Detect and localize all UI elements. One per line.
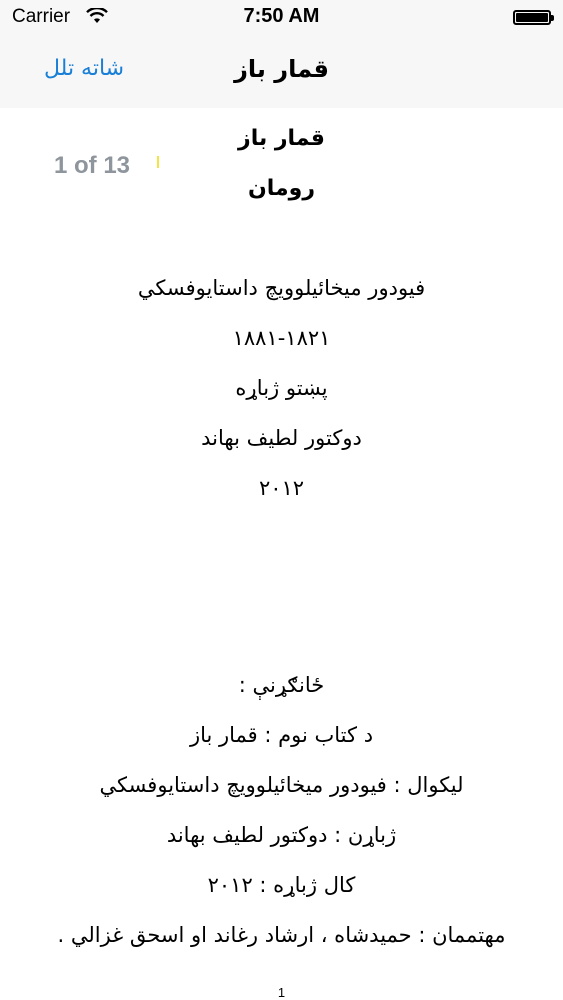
- book-name-line: د کتاب نوم : قمار باز: [189, 723, 374, 747]
- writer-line: ليکوال : فيودور ميخائيلوويچ داستايوفسکي: [99, 773, 464, 797]
- nav-title: قمار باز: [234, 55, 329, 83]
- book-title: قمار باز: [238, 126, 325, 151]
- text-caret: [157, 156, 159, 168]
- info-heading: ځانګړنې :: [238, 673, 325, 697]
- translator-line: ژباړن : دوکتور لطيف بهاند: [166, 823, 397, 847]
- status-bar: Carrier 7:50 AM: [0, 0, 563, 38]
- author-years: ۱۸۸۱-۱۸۲۱: [232, 326, 331, 350]
- page-number: 1: [277, 985, 286, 1000]
- publication-year: ۲۰۱۲: [258, 476, 305, 500]
- battery-icon: [513, 10, 554, 25]
- translation-language: پښتو ژباړه: [235, 376, 328, 400]
- navigation-bar: شاته تلل قمار باز: [0, 38, 563, 108]
- translator-name: دوکتور لطيف بهاند: [201, 426, 362, 450]
- translation-year-line: کال ژباړه : ۲۰۱۲: [207, 873, 356, 897]
- status-time: 7:50 AM: [243, 5, 320, 27]
- author-name: فيودور ميخائيلوويچ داستايوفسکي: [137, 276, 426, 300]
- book-genre: رومان: [248, 176, 315, 201]
- editors-line: مهتممان : حميدشاه ، ارشاد رغاند او اسحق …: [57, 923, 506, 947]
